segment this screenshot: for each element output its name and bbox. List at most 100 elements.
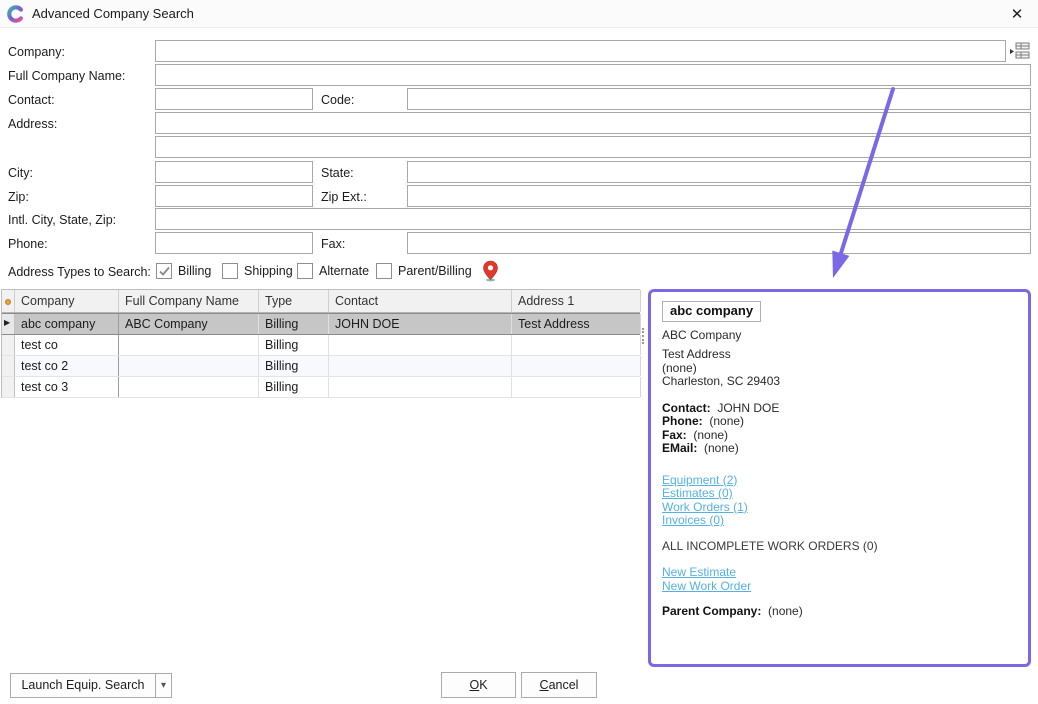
cell-type[interactable]: Billing bbox=[259, 335, 329, 355]
fax-input[interactable] bbox=[407, 232, 1031, 254]
intl-city-state-zip-input[interactable] bbox=[155, 208, 1031, 230]
cell-contact[interactable] bbox=[329, 335, 512, 355]
address-types-label: Address Types to Search: bbox=[8, 265, 151, 279]
zip-ext-input[interactable] bbox=[407, 185, 1031, 207]
cell-contact[interactable]: JOHN DOE bbox=[329, 314, 512, 334]
cell-address1[interactable] bbox=[512, 356, 641, 376]
cell-type[interactable]: Billing bbox=[259, 314, 329, 334]
email-field-value: (none) bbox=[704, 441, 739, 455]
new-estimate-link[interactable]: New Estimate bbox=[662, 566, 736, 580]
address-line: (none) bbox=[662, 362, 1017, 376]
cell-full-company-name[interactable]: ABC Company bbox=[119, 314, 259, 334]
intl-city-state-zip-label: Intl. City, State, Zip: bbox=[8, 213, 116, 227]
parent-company-value: (none) bbox=[768, 604, 803, 618]
phone-field-value: (none) bbox=[709, 414, 744, 428]
work-orders-link[interactable]: Work Orders (1) bbox=[662, 501, 748, 515]
cell-full-company-name[interactable] bbox=[119, 356, 259, 376]
cell-company[interactable]: test co 2 bbox=[15, 356, 119, 376]
row-selector-cell bbox=[2, 335, 15, 355]
column-header-address1[interactable]: Address 1 bbox=[512, 290, 641, 312]
email-field-label: EMail: bbox=[662, 441, 697, 455]
state-input[interactable] bbox=[407, 161, 1031, 183]
launch-equip-search-dropdown[interactable]: ▾ bbox=[155, 673, 172, 698]
table-row[interactable]: ▶ abc company ABC Company Billing JOHN D… bbox=[2, 313, 640, 335]
parent-company-label: Parent Company: bbox=[662, 604, 761, 618]
zip-label: Zip: bbox=[8, 190, 29, 204]
code-label: Code: bbox=[321, 93, 354, 107]
ok-button[interactable]: OK bbox=[441, 672, 516, 698]
results-grid: Company Full Company Name Type Contact A… bbox=[1, 289, 640, 398]
grid-header: Company Full Company Name Type Contact A… bbox=[2, 290, 640, 313]
phone-field-label: Phone: bbox=[662, 414, 703, 428]
cell-address1[interactable]: Test Address bbox=[512, 314, 641, 334]
row-selector-cell bbox=[2, 356, 15, 376]
cell-company[interactable]: test co bbox=[15, 335, 119, 355]
invoices-link[interactable]: Invoices (0) bbox=[662, 514, 724, 528]
launch-equip-search-button[interactable]: Launch Equip. Search bbox=[10, 673, 156, 698]
address-line2-input[interactable] bbox=[155, 136, 1031, 158]
cell-full-company-name[interactable] bbox=[119, 335, 259, 355]
company-detail-panel: abc company ABC Company Test Address (no… bbox=[648, 289, 1031, 667]
company-label: Company: bbox=[8, 45, 65, 59]
full-company-name-input[interactable] bbox=[155, 64, 1031, 86]
all-incomplete-work-orders-label: ALL INCOMPLETE WORK ORDERS (0) bbox=[662, 540, 1017, 554]
column-header-contact[interactable]: Contact bbox=[329, 290, 512, 312]
company-name-box: abc company bbox=[662, 301, 761, 322]
code-input[interactable] bbox=[407, 88, 1031, 110]
fax-field-value: (none) bbox=[693, 428, 728, 442]
cell-company[interactable]: abc company bbox=[15, 314, 119, 334]
checkbox-billing[interactable] bbox=[156, 263, 172, 279]
column-header-full-company-name[interactable]: Full Company Name bbox=[119, 290, 259, 312]
address-label: Address: bbox=[8, 117, 57, 131]
column-header-company[interactable]: Company bbox=[15, 290, 119, 312]
city-input[interactable] bbox=[155, 161, 313, 183]
table-row[interactable]: test co Billing bbox=[2, 335, 640, 356]
row-selector-cell bbox=[2, 377, 15, 397]
cell-full-company-name[interactable] bbox=[119, 377, 259, 397]
cell-company[interactable]: test co 3 bbox=[15, 377, 119, 397]
contact-field-label: Contact: bbox=[662, 401, 711, 415]
title-bar: Advanced Company Search ✕ bbox=[0, 0, 1038, 28]
cell-contact[interactable] bbox=[329, 356, 512, 376]
zip-input[interactable] bbox=[155, 185, 313, 207]
checkbox-alternate[interactable] bbox=[297, 263, 313, 279]
column-header-type[interactable]: Type bbox=[259, 290, 329, 312]
zip-ext-label: Zip Ext.: bbox=[321, 190, 367, 204]
advanced-company-search-dialog: Advanced Company Search ✕ Company: Full … bbox=[0, 0, 1038, 704]
checkbox-parent-billing-label: Parent/Billing bbox=[398, 264, 472, 278]
cancel-button[interactable]: Cancel bbox=[521, 672, 597, 698]
table-row[interactable]: test co 3 Billing bbox=[2, 377, 640, 398]
contact-input[interactable] bbox=[155, 88, 313, 110]
address-line1-input[interactable] bbox=[155, 112, 1031, 134]
checkbox-parent-billing[interactable] bbox=[376, 263, 392, 279]
close-icon[interactable]: ✕ bbox=[1002, 3, 1032, 26]
full-company-name-label: Full Company Name: bbox=[8, 69, 125, 83]
cell-address1[interactable] bbox=[512, 335, 641, 355]
company-full-name: ABC Company bbox=[662, 328, 741, 342]
table-row[interactable]: test co 2 Billing bbox=[2, 356, 640, 377]
checkbox-shipping-label: Shipping bbox=[244, 264, 293, 278]
grid-selector-header bbox=[2, 290, 15, 312]
cell-contact[interactable] bbox=[329, 377, 512, 397]
cell-type[interactable]: Billing bbox=[259, 377, 329, 397]
company-input[interactable] bbox=[155, 40, 1006, 62]
city-label: City: bbox=[8, 166, 33, 180]
phone-input[interactable] bbox=[155, 232, 313, 254]
map-pin-icon[interactable] bbox=[482, 260, 499, 282]
checkbox-billing-label: Billing bbox=[178, 264, 211, 278]
equipment-link[interactable]: Equipment (2) bbox=[662, 474, 737, 488]
checkbox-alternate-label: Alternate bbox=[319, 264, 369, 278]
grid-selector-indicator bbox=[5, 299, 11, 305]
cell-address1[interactable] bbox=[512, 377, 641, 397]
fax-label: Fax: bbox=[321, 237, 345, 251]
splitter-handle[interactable] bbox=[642, 328, 645, 344]
new-work-order-link[interactable]: New Work Order bbox=[662, 580, 751, 594]
check-icon bbox=[158, 265, 171, 278]
estimates-link[interactable]: Estimates (0) bbox=[662, 487, 733, 501]
checkbox-shipping[interactable] bbox=[222, 263, 238, 279]
company-lookup-icon[interactable] bbox=[1009, 42, 1031, 60]
phone-label: Phone: bbox=[8, 237, 48, 251]
cell-type[interactable]: Billing bbox=[259, 356, 329, 376]
address-line: Charleston, SC 29403 bbox=[662, 375, 1017, 389]
contact-label: Contact: bbox=[8, 93, 55, 107]
